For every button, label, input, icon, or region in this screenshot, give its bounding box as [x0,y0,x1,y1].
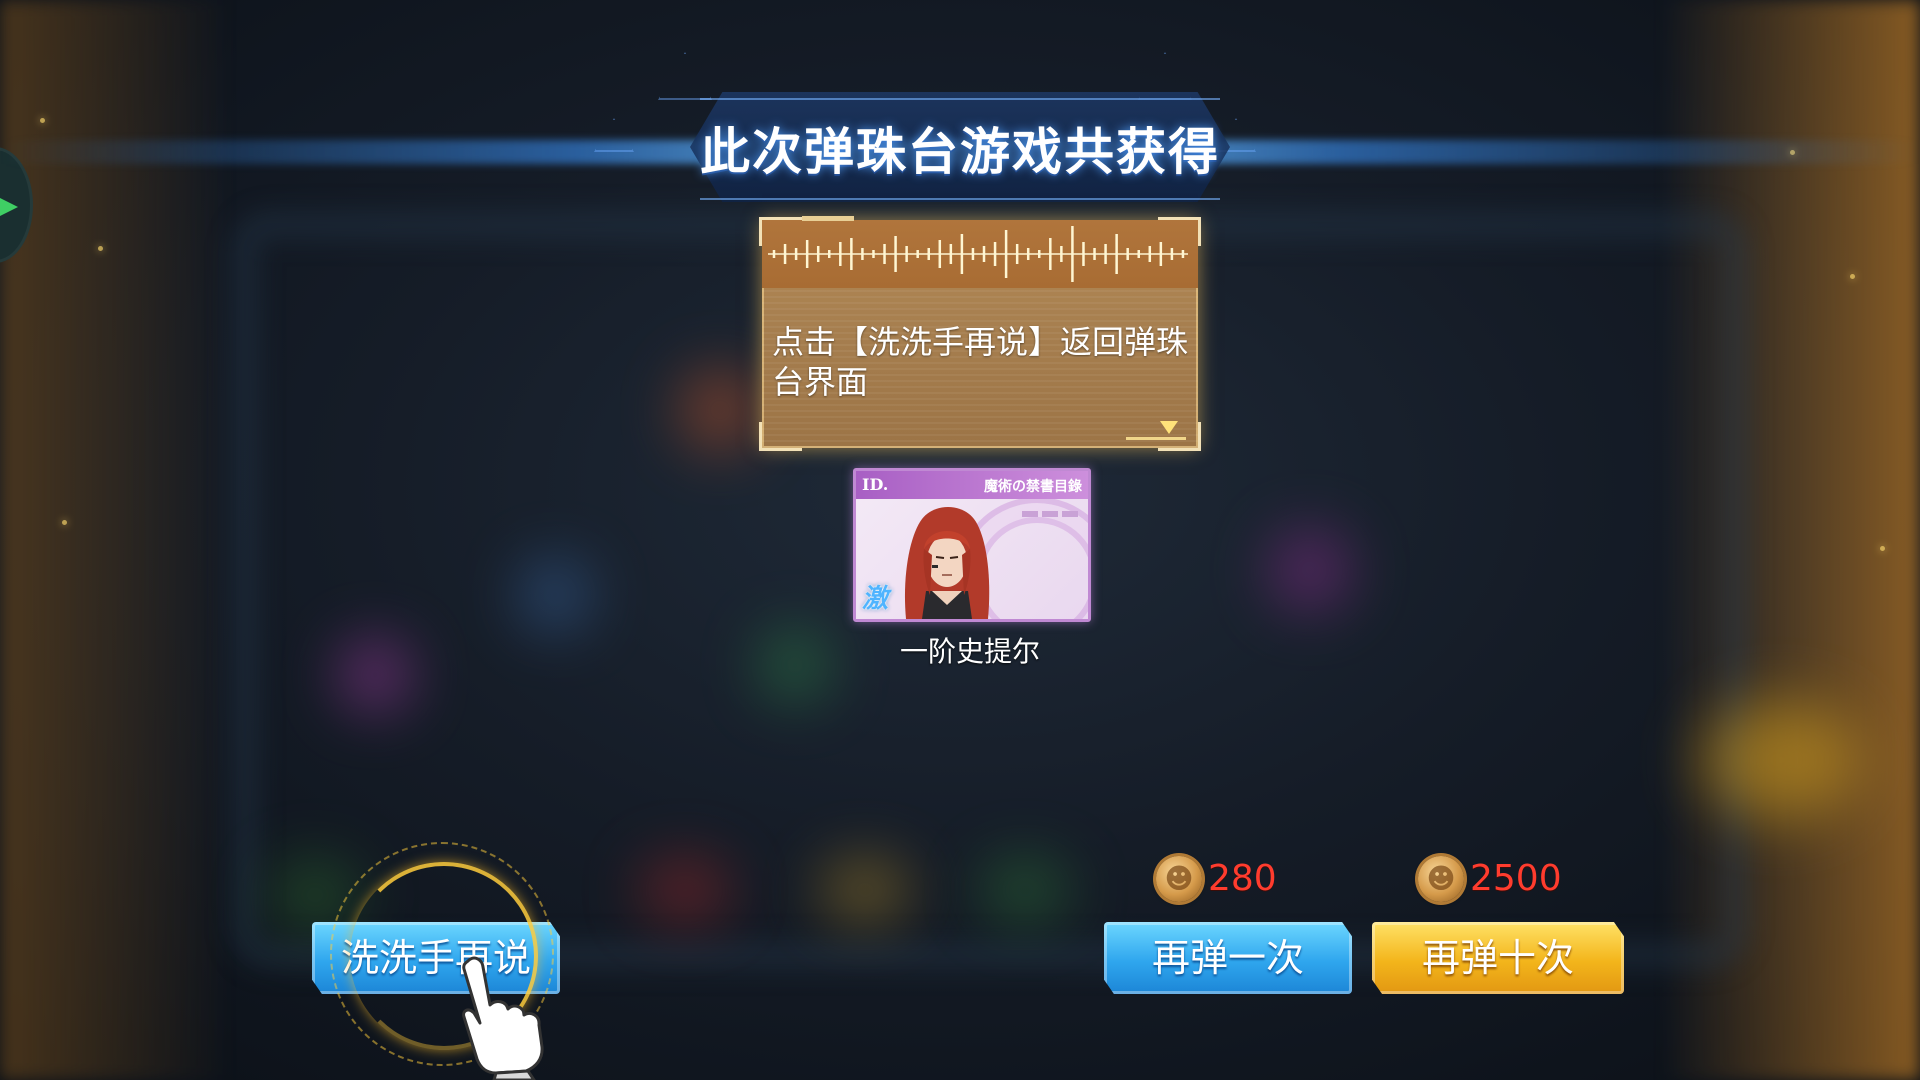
reward-card[interactable]: ID. 魔術の禁書目錄 激 [853,468,1091,622]
cost-once-value: 280 [1208,858,1277,899]
bg-blob [1700,700,1860,820]
bg-blob [980,860,1070,920]
card-series-title: 魔術の禁書目錄 [984,479,1082,495]
waveform-icon [768,226,1188,282]
result-title: 此次弹珠台游戏共获得 [700,123,1220,181]
dialog-message: 点击【洗洗手再说】返回弹珠台界面 [772,323,1189,401]
bg-blob [640,860,730,920]
coin-icon [1418,856,1464,902]
card-id-label: ID. [862,475,889,494]
bg-blob [1270,530,1350,610]
spark [1880,546,1885,551]
coin-icon [1156,856,1202,902]
dialog-top-tab [802,216,854,221]
triangle-down-icon[interactable] [1160,421,1178,434]
spark [1850,274,1855,279]
play-ten-button[interactable]: 再弹十次 [1372,922,1624,994]
voice-waveform-bar [762,220,1198,288]
bg-blob [340,640,410,710]
spark [40,118,45,123]
cost-ten-value: 2500 [1470,858,1562,899]
character-portrait [904,507,990,619]
dialog-underline [1126,437,1186,440]
card-dash-decoration [1022,511,1082,517]
bg-blob [520,560,590,630]
bg-blob [820,860,910,920]
spark [98,246,103,251]
pointing-hand-icon [462,956,544,1080]
corner-bracket [759,217,802,246]
reward-name: 一阶史提尔 [899,635,1040,668]
card-rarity-badge: 激 [862,584,889,614]
play-once-button[interactable]: 再弹一次 [1104,922,1352,994]
corner-bracket [1158,217,1201,246]
spark [62,520,67,525]
bg-blob [680,370,760,450]
corner-bracket [759,422,802,451]
tutorial-dialog[interactable]: 点击【洗洗手再说】返回弹珠台界面 [759,216,1201,451]
